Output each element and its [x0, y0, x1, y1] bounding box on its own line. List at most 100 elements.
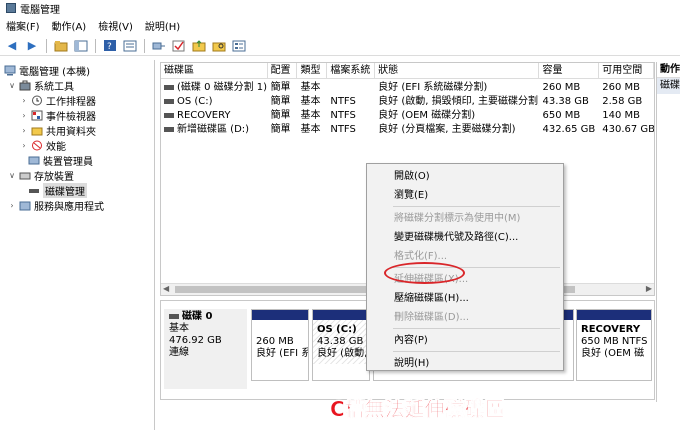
scroll-right-icon[interactable]: ▶: [646, 284, 652, 293]
volume-type: 基本: [300, 110, 321, 121]
disk-type: 基本: [169, 323, 189, 334]
column-header-free-space[interactable]: 可用空間: [599, 63, 655, 79]
volume-free-space: 2.58 GB: [602, 96, 643, 107]
connect-icon[interactable]: [151, 38, 167, 54]
toolbar: ◀ ▶ ?: [0, 36, 680, 56]
performance-icon: [31, 140, 43, 151]
window-title: 電腦管理: [20, 4, 60, 16]
menu-separator: [393, 206, 560, 207]
action-pane-header: 動作: [657, 62, 680, 78]
menu-item-format[interactable]: 格式化(F)...: [367, 247, 563, 266]
volume-icon: [164, 84, 174, 90]
menu-view[interactable]: 檢視(V): [98, 18, 133, 33]
partition-name: [256, 324, 304, 336]
menu-action[interactable]: 動作(A): [52, 18, 87, 33]
chevron-right-icon[interactable]: ›: [20, 96, 28, 105]
menu-item-explore[interactable]: 瀏覽(E): [367, 186, 563, 205]
volume-icon: [164, 126, 174, 132]
volume-status: 良好 (分頁檔案, 主要磁碟分割): [378, 124, 516, 135]
computer-icon: [4, 65, 16, 76]
forward-arrow-icon[interactable]: ▶: [24, 38, 40, 54]
tree-item-event-viewer[interactable]: › 事件檢視器: [20, 108, 96, 123]
menu-item-delete-volume[interactable]: 刪除磁碟區(D)...: [367, 308, 563, 327]
chevron-down-icon[interactable]: ∨: [8, 171, 16, 180]
menu-separator: [393, 328, 560, 329]
action-pane-disk-management[interactable]: 磁碟: [657, 78, 680, 94]
console-tree-icon[interactable]: [73, 38, 89, 54]
back-arrow-icon[interactable]: ◀: [4, 38, 20, 54]
disk-status: 連線: [169, 347, 189, 358]
menu-item-help[interactable]: 說明(H): [367, 354, 563, 373]
column-header-status[interactable]: 狀態: [375, 63, 540, 79]
volume-filesystem: NTFS: [330, 124, 356, 135]
volume-capacity: 650 MB: [542, 110, 581, 121]
event-log-icon: [31, 110, 43, 121]
column-header-capacity[interactable]: 容量: [539, 63, 600, 79]
tree-label-performance: 效能: [46, 142, 66, 153]
scroll-left-icon[interactable]: ◀: [163, 284, 169, 293]
folder-up-icon[interactable]: [53, 38, 69, 54]
volume-free-space: 140 MB: [602, 110, 640, 121]
volume-capacity: 260 MB: [542, 82, 581, 93]
partition-recovery[interactable]: RECOVERY 650 MB NTFS 良好 (OEM 磁: [576, 309, 652, 381]
tree-label-disk-management: 磁碟管理: [43, 183, 87, 198]
highlight-oval: [384, 262, 465, 284]
tree-item-disk-management[interactable]: 磁碟管理: [28, 183, 87, 198]
column-header-volume[interactable]: 磁碟區: [161, 63, 268, 79]
services-icon: [19, 200, 31, 211]
tree-label-task-scheduler: 工作排程器: [46, 97, 96, 108]
tree-label-storage: 存放裝置: [34, 172, 74, 183]
volume-status: 良好 (OEM 磁碟分割): [378, 110, 476, 121]
tree-label-system-tools: 系統工具: [34, 82, 74, 93]
chevron-right-icon[interactable]: ›: [20, 111, 28, 120]
partition-status: 良好 (EFI 系: [256, 348, 308, 359]
menu-help[interactable]: 說明(H): [145, 18, 180, 33]
menu-item-properties[interactable]: 內容(P): [367, 331, 563, 350]
menu-item-shrink-volume[interactable]: 壓縮磁碟區(H)...: [367, 289, 563, 308]
properties-icon[interactable]: [122, 38, 138, 54]
tree-item-task-scheduler[interactable]: › 工作排程器: [20, 93, 96, 108]
column-header-filesystem[interactable]: 檔案系統: [327, 63, 376, 79]
chevron-right-icon[interactable]: ›: [20, 126, 28, 135]
chevron-right-icon[interactable]: ›: [8, 201, 16, 210]
partition-size: 43.38 GB N: [317, 336, 369, 347]
computer-management-icon: [6, 3, 16, 13]
tree-item-shared-folders[interactable]: › 共用資料夾: [20, 123, 96, 138]
column-header-type[interactable]: 類型: [297, 63, 328, 79]
tree-item-root[interactable]: 電腦管理 (本機): [4, 63, 90, 78]
partition-efi[interactable]: 260 MB 良好 (EFI 系: [251, 309, 309, 381]
check-icon[interactable]: [171, 38, 187, 54]
column-header-layout[interactable]: 配置: [268, 63, 298, 79]
tree-item-performance[interactable]: › 效能: [20, 138, 66, 153]
table-row[interactable]: RECOVERY 簡單 基本 NTFS 良好 (OEM 磁碟分割) 650 MB…: [161, 109, 654, 123]
search-folder-icon[interactable]: [211, 38, 227, 54]
menu-item-open[interactable]: 開啟(O): [367, 167, 563, 186]
volume-layout: 簡單: [270, 124, 291, 135]
partition-os-c[interactable]: OS (C:) 43.38 GB N 良好 (啟動,: [312, 309, 370, 381]
tree-item-system-tools[interactable]: ∨ 系統工具: [8, 78, 74, 93]
volume-type: 基本: [300, 124, 321, 135]
disk-info[interactable]: 磁碟 0 基本 476.92 GB 連線: [164, 309, 247, 389]
folder-icon[interactable]: [191, 38, 207, 54]
menu-item-change-drive-letter[interactable]: 變更磁碟機代號及路徑(C)...: [367, 228, 563, 247]
navigation-tree: 電腦管理 (本機) ∨ 系統工具 › 工作排程器 › 事件檢視器 › 共用資料夾…: [0, 60, 155, 430]
menu-file[interactable]: 檔案(F): [6, 18, 40, 33]
volume-name: RECOVERY: [177, 110, 231, 121]
volume-status: 良好 (EFI 系統磁碟分割): [378, 82, 488, 93]
table-row[interactable]: 新增磁碟區 (D:) 簡單 基本 NTFS 良好 (分頁檔案, 主要磁碟分割) …: [161, 123, 654, 137]
toolbox-icon: [19, 80, 31, 91]
tree-item-services-apps[interactable]: › 服務與應用程式: [8, 198, 104, 213]
partition-status: 良好 (啟動,: [317, 348, 368, 359]
details-icon[interactable]: [231, 38, 247, 54]
tree-item-storage[interactable]: ∨ 存放裝置: [8, 168, 74, 183]
chevron-right-icon[interactable]: ›: [20, 141, 28, 150]
volume-type: 基本: [300, 82, 321, 93]
table-row[interactable]: OS (C:) 簡單 基本 NTFS 良好 (啟動, 損毀傾印, 主要磁碟分割)…: [161, 95, 654, 109]
table-row[interactable]: (磁碟 0 磁碟分割 1) 簡單 基本 良好 (EFI 系統磁碟分割) 260 …: [161, 81, 654, 95]
tree-item-device-manager[interactable]: 裝置管理員: [28, 153, 93, 168]
tree-label-device-manager: 裝置管理員: [43, 157, 93, 168]
clock-icon: [31, 95, 43, 106]
menu-item-mark-active[interactable]: 將磁碟分割標示為使用中(M): [367, 209, 563, 228]
help-icon[interactable]: ?: [102, 38, 118, 54]
chevron-down-icon[interactable]: ∨: [8, 81, 16, 90]
